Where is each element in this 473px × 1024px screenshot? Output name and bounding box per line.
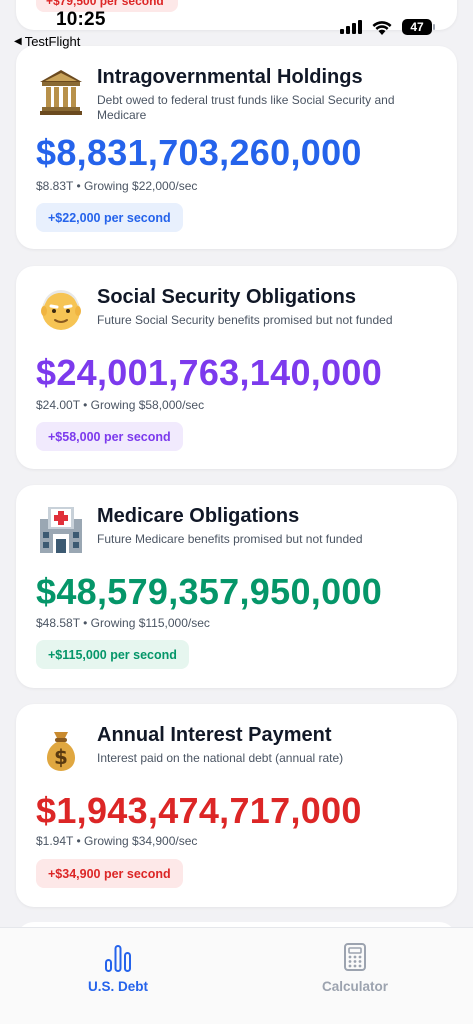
svg-text:$: $ bbox=[54, 745, 68, 769]
card-title: Social Security Obligations bbox=[97, 286, 356, 308]
medicare-obligations-card[interactable]: Medicare Obligations Future Medicare ben… bbox=[16, 485, 457, 688]
debt-summary: $24.00T • Growing $58,000/sec bbox=[36, 398, 205, 412]
rate-pill: +$58,000 per second bbox=[36, 422, 183, 451]
rate-pill: +$115,000 per second bbox=[36, 640, 189, 669]
hospital-icon bbox=[40, 507, 82, 553]
debt-summary: $1.94T • Growing $34,900/sec bbox=[36, 834, 198, 848]
card-title: Annual Interest Payment bbox=[97, 724, 332, 746]
cellular-signal-icon bbox=[340, 20, 362, 34]
app-screen: +$79,500 per second 10:25 ◀ TestFlight 4… bbox=[0, 0, 473, 1024]
clock: 10:25 bbox=[56, 9, 106, 30]
debt-amount: $1,943,474,717,000 bbox=[36, 790, 362, 831]
intragovernmental-holdings-card[interactable]: Intragovernmental Holdings Debt owed to … bbox=[16, 46, 457, 249]
tab-bar: U.S. Debt Calculator bbox=[0, 927, 473, 1024]
annual-interest-payment-card[interactable]: $ Annual Interest Payment Interest paid … bbox=[16, 704, 457, 907]
rate-pill: +$34,900 per second bbox=[36, 859, 183, 888]
debt-amount: $24,001,763,140,000 bbox=[36, 352, 383, 393]
battery-icon: 47 bbox=[402, 19, 435, 35]
back-arrow-icon: ◀ bbox=[14, 36, 22, 47]
classical-building-icon bbox=[40, 70, 82, 115]
card-title: Intragovernmental Holdings bbox=[97, 66, 363, 88]
wifi-icon bbox=[372, 21, 392, 35]
debt-summary: $48.58T • Growing $115,000/sec bbox=[36, 616, 210, 630]
rate-pill: +$22,000 per second bbox=[36, 203, 183, 232]
back-to-app-button[interactable]: ◀ TestFlight bbox=[14, 34, 80, 49]
tab-label: U.S. Debt bbox=[87, 979, 148, 994]
bar-chart-icon bbox=[105, 945, 131, 972]
calculator-icon bbox=[344, 943, 366, 971]
tab-label: Calculator bbox=[321, 979, 389, 994]
social-security-obligations-card[interactable]: Social Security Obligations Future Socia… bbox=[16, 266, 457, 469]
card-description: Future Medicare benefits promised but no… bbox=[97, 532, 363, 546]
debt-summary: $8.83T • Growing $22,000/sec bbox=[36, 179, 198, 193]
tab-us-debt[interactable]: U.S. Debt bbox=[0, 928, 236, 1008]
older-man-icon bbox=[41, 290, 81, 330]
card-description: Future Social Security benefits promised… bbox=[97, 313, 393, 327]
card-description: Debt owed to federal trust funds like So… bbox=[97, 93, 395, 122]
money-bag-icon: $ bbox=[46, 732, 76, 771]
card-title: Medicare Obligations bbox=[97, 505, 300, 527]
debt-amount: $8,831,703,260,000 bbox=[36, 132, 362, 173]
card-description: Interest paid on the national debt (annu… bbox=[97, 751, 344, 765]
back-app-label: TestFlight bbox=[24, 34, 81, 49]
debt-amount: $48,579,357,950,000 bbox=[36, 571, 383, 612]
status-bar: 10:25 ◀ TestFlight 47 bbox=[0, 0, 473, 50]
tab-calculator[interactable]: Calculator bbox=[237, 928, 473, 1008]
